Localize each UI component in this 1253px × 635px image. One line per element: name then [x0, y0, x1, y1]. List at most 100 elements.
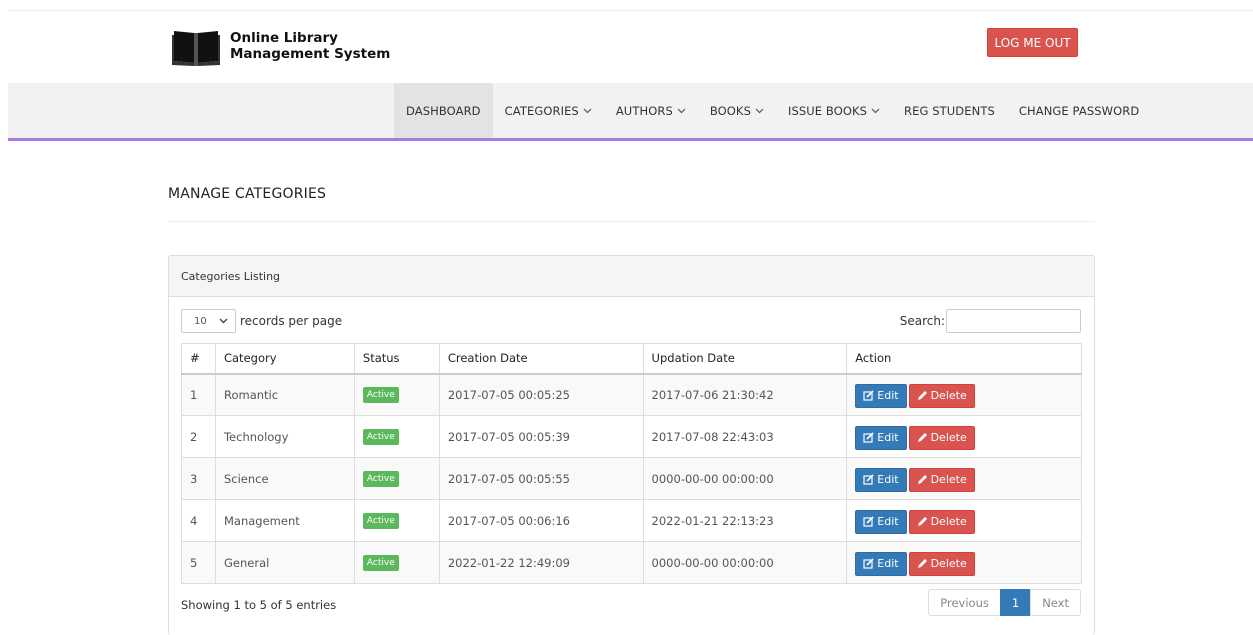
- table-row: 1 Romantic Active 2017-07-05 00:05:25 2017-0…: [181, 373, 1082, 416]
- edit-button[interactable]: Edit: [855, 551, 907, 576]
- pencil-icon: [917, 475, 927, 484]
- header: Online Library Management System LOG ME …: [8, 10, 1253, 83]
- search-box: Search:: [900, 309, 1081, 333]
- delete-label: Delete: [930, 473, 967, 486]
- cell-status: Active: [353, 499, 440, 542]
- cell-number: 3: [181, 457, 216, 500]
- pencil-icon: [917, 391, 927, 401]
- pagination-page-1[interactable]: 1: [999, 589, 1032, 616]
- cell-creation-date: 2017-07-05 00:05:39: [438, 415, 644, 458]
- delete-button[interactable]: Delete: [908, 551, 975, 576]
- site-title-line2: Management System: [230, 46, 391, 62]
- nav-item-categories[interactable]: CATEGORIES: [493, 83, 604, 138]
- pencil-icon: [917, 517, 927, 526]
- column-header[interactable]: Category: [214, 343, 355, 375]
- cell-updation-date: 2017-07-08 22:43:03: [642, 415, 848, 458]
- cell-number: 2: [181, 415, 216, 458]
- table-row: 3 Science Active 2017-07-05 00:05:55 0000-00…: [181, 457, 1082, 500]
- delete-label: Delete: [930, 389, 967, 403]
- status-badge: Active: [362, 429, 399, 445]
- nav-item-label: REG STUDENTS: [904, 103, 995, 118]
- edit-label: Edit: [877, 557, 899, 570]
- delete-button[interactable]: Delete: [908, 383, 975, 408]
- table-info: Showing 1 to 5 of 5 entries: [181, 598, 337, 612]
- cell-status: Active: [353, 373, 440, 416]
- edit-label: Edit: [877, 473, 899, 486]
- cell-status: Active: [353, 541, 440, 584]
- table-header-row: # Category Status Creation Date Updation Dat…: [181, 343, 1082, 375]
- cell-status: Active: [353, 415, 440, 458]
- column-header[interactable]: #: [181, 343, 216, 375]
- nav-item-label: DASHBOARD: [406, 103, 481, 118]
- panel-heading: Categories Listing: [169, 256, 1094, 297]
- pagination-next[interactable]: Next: [1030, 589, 1081, 616]
- edit-button[interactable]: Edit: [855, 467, 907, 492]
- edit-button[interactable]: Edit: [855, 383, 907, 408]
- search-input[interactable]: [946, 309, 1081, 333]
- cell-category: Management: [214, 499, 355, 542]
- edit-icon: [863, 558, 874, 569]
- records-per-page: 10 records per page: [181, 309, 342, 333]
- delete-label: Delete: [930, 431, 967, 444]
- categories-panel: Categories Listing 10 records per page S…: [168, 255, 1095, 635]
- cell-action: Edit Delete: [846, 541, 1082, 584]
- cell-category: Romantic: [214, 373, 355, 416]
- cell-action: Edit Delete: [846, 457, 1082, 500]
- nav-item-change-password[interactable]: CHANGE PASSWORD: [1007, 83, 1151, 138]
- nav-item-dashboard[interactable]: DASHBOARD: [394, 83, 493, 138]
- cell-creation-date: 2022-01-22 12:49:09: [438, 541, 644, 584]
- cell-status: Active: [353, 457, 440, 500]
- delete-button[interactable]: Delete: [908, 509, 975, 534]
- cell-number: 5: [181, 541, 216, 584]
- chevron-down-icon: [755, 108, 764, 113]
- search-label: Search:: [899, 314, 945, 328]
- chevron-down-icon: [677, 108, 686, 113]
- pagination-previous[interactable]: Previous: [928, 589, 1001, 616]
- cell-category: General: [214, 541, 355, 584]
- cell-action: Edit Delete: [846, 415, 1082, 458]
- cell-updation-date: 0000-00-00 00:00:00: [642, 457, 848, 500]
- cell-updation-date: 0000-00-00 00:00:00: [642, 541, 848, 584]
- nav-item-authors[interactable]: AUTHORS: [604, 83, 698, 138]
- edit-icon: [863, 474, 874, 485]
- cell-action: Edit Delete: [846, 499, 1082, 542]
- chevron-down-icon: [219, 318, 228, 324]
- cell-creation-date: 2017-07-05 00:05:25: [438, 373, 644, 416]
- cell-category: Science: [214, 457, 355, 500]
- page-title: MANAGE CATEGORIES: [168, 186, 327, 202]
- status-badge: Active: [362, 513, 399, 529]
- pencil-icon: [917, 433, 927, 442]
- nav-item-issue-books[interactable]: ISSUE BOOKS: [776, 83, 892, 138]
- delete-label: Delete: [930, 557, 967, 570]
- pagination: Previous 1 Next: [928, 589, 1081, 616]
- logo[interactable]: Online Library Management System: [172, 25, 390, 67]
- main-nav: DASHBOARD CATEGORIES AUTHORS BOOKS ISSUE BOO…: [8, 83, 1253, 141]
- column-header[interactable]: Action: [846, 343, 1082, 375]
- edit-icon: [863, 390, 874, 401]
- column-header[interactable]: Status: [353, 343, 440, 375]
- chevron-down-icon: [871, 108, 880, 113]
- delete-button[interactable]: Delete: [908, 425, 975, 450]
- edit-label: Edit: [877, 389, 899, 403]
- column-header[interactable]: Updation Date: [642, 343, 848, 375]
- cell-number: 4: [181, 499, 216, 542]
- status-badge: Active: [362, 387, 399, 404]
- logout-button[interactable]: LOG ME OUT: [987, 28, 1078, 57]
- edit-button[interactable]: Edit: [855, 425, 907, 450]
- cell-number: 1: [181, 373, 216, 416]
- delete-button[interactable]: Delete: [908, 467, 975, 492]
- records-per-page-select[interactable]: 10: [181, 309, 236, 333]
- cell-creation-date: 2017-07-05 00:05:55: [438, 457, 644, 500]
- cell-category: Technology: [214, 415, 355, 458]
- table-row: 4 Management Active 2017-07-05 00:06:16 2022…: [181, 499, 1082, 542]
- table-row: 5 General Active 2022-01-22 12:49:09 0000-00…: [181, 541, 1082, 584]
- edit-button[interactable]: Edit: [855, 509, 907, 534]
- nav-item-reg-students[interactable]: REG STUDENTS: [892, 83, 1007, 138]
- open-book-icon: [172, 31, 220, 66]
- nav-item-label: AUTHORS: [615, 103, 673, 118]
- status-badge: Active: [362, 471, 399, 487]
- edit-label: Edit: [877, 431, 899, 444]
- column-header[interactable]: Creation Date: [438, 343, 644, 375]
- edit-icon: [863, 516, 874, 527]
- nav-item-books[interactable]: BOOKS: [698, 83, 776, 138]
